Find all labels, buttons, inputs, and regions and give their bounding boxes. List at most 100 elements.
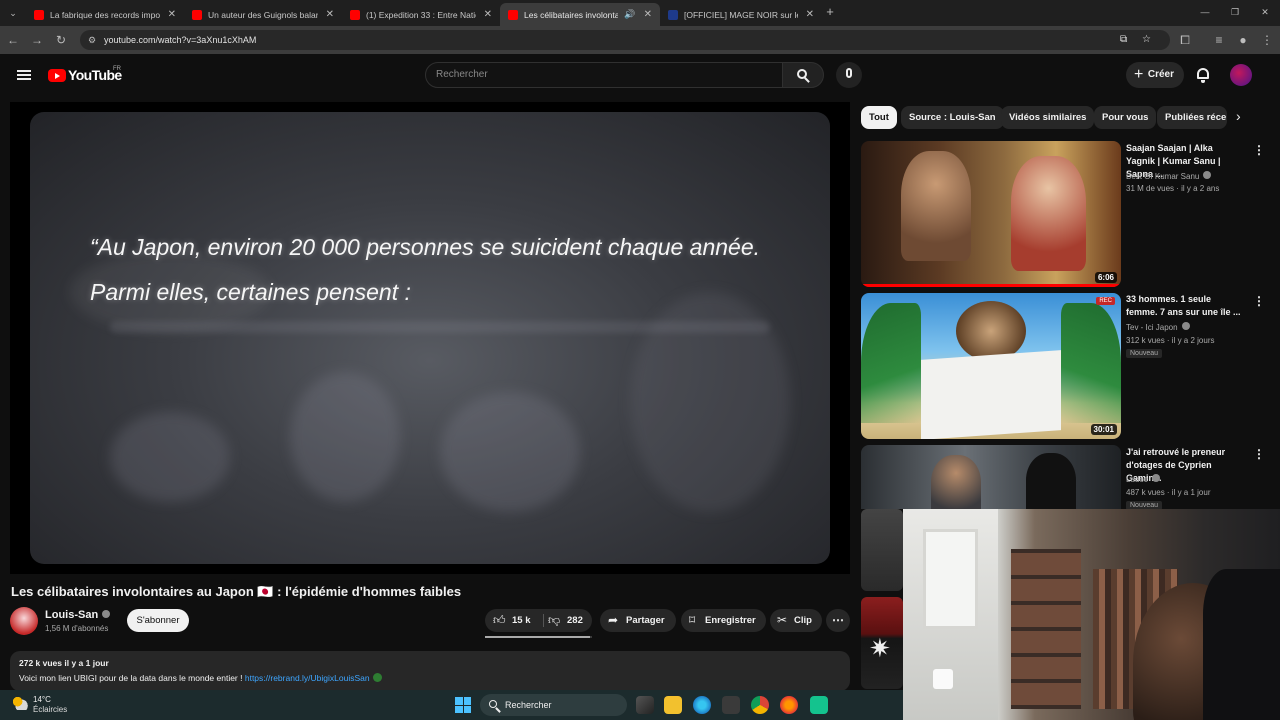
more-options-icon[interactable]: ⋮ <box>1253 143 1265 157</box>
dislike-count[interactable]: 282 <box>567 609 583 632</box>
palm-tree-shape <box>861 303 921 423</box>
chevron-right-icon[interactable]: › <box>1236 108 1241 124</box>
close-tab-icon[interactable]: ✕ <box>168 9 176 20</box>
more-options-icon[interactable]: ⋮ <box>1253 294 1265 308</box>
channel-avatar[interactable] <box>10 607 38 635</box>
thumbnail-figure <box>956 301 1026 361</box>
chip-for-you[interactable]: Pour vous <box>1094 106 1157 129</box>
share-button[interactable]: ➦ Partager <box>600 609 676 632</box>
cast-icon[interactable]: ⧉ <box>1120 30 1127 50</box>
chip-source[interactable]: Source : Louis-San <box>901 106 1004 129</box>
new-tab-icon[interactable]: + <box>821 3 839 21</box>
restore-icon[interactable]: ❐ <box>1226 3 1244 21</box>
reload-icon[interactable]: ↻ <box>52 31 70 49</box>
task-view-icon[interactable] <box>636 696 654 714</box>
close-tab-icon[interactable]: ✕ <box>484 9 492 20</box>
browser-toolbar: ← → ↻ ⚙ youtube.com/watch?v=3aXnu1cXhAM … <box>0 26 1280 54</box>
speaker-icon[interactable]: 🔊 <box>624 9 635 20</box>
video-quote-line: “Au Japon, environ 20 000 personnes se s… <box>90 234 761 260</box>
reading-list-icon[interactable]: ≡ <box>1210 31 1228 49</box>
description-box[interactable]: 272 k vues il y a 1 jour Voici mon lien … <box>10 651 850 691</box>
description-line: Voici mon lien UBIGI pour de la data dan… <box>19 673 245 683</box>
forward-icon[interactable]: → <box>28 31 46 49</box>
notifications-bell-icon[interactable] <box>1195 66 1211 84</box>
minimize-icon[interactable]: — <box>1196 3 1214 21</box>
tab-title: Les célibataires involontair <box>524 9 619 20</box>
firefox-icon[interactable] <box>780 696 798 714</box>
browser-tab[interactable]: Un auteur des Guignols balanc ✕ <box>184 3 342 26</box>
browser-tab-active[interactable]: Les célibataires involontair 🔊 ✕ <box>500 3 660 26</box>
recommendation-thumbnail[interactable] <box>861 509 903 591</box>
shelf-shape <box>1011 549 1081 709</box>
thumbs-down-icon[interactable]: 👎︎ <box>548 609 560 632</box>
description-link[interactable]: https://rebrand.ly/UbigixLouisSan <box>245 673 370 683</box>
voice-search-button[interactable] <box>836 62 862 88</box>
address-bar[interactable]: ⚙ youtube.com/watch?v=3aXnu1cXhAM ⧉ ☆ <box>80 30 1170 50</box>
store-icon[interactable] <box>722 696 740 714</box>
more-actions-icon[interactable]: ⋯ <box>826 609 850 632</box>
recommendation-thumbnail[interactable]: REC 30:01 <box>861 293 1121 439</box>
recommendation-channel-text[interactable]: Best Of Kumar Sanu <box>1126 172 1199 181</box>
browser-tab[interactable]: [OFFICIEL] MAGE NOIR sur le fi ✕ <box>660 3 822 26</box>
youtube-logo-icon[interactable] <box>48 69 66 82</box>
windows-taskbar: 14°C Éclaircies Rechercher <box>0 690 903 720</box>
chip-all[interactable]: Tout <box>861 106 897 129</box>
subscribe-button[interactable]: S'abonner <box>127 609 189 632</box>
weather-icon[interactable] <box>12 696 28 710</box>
clip-button[interactable]: ✂ Clip <box>770 609 822 632</box>
video-player[interactable]: “Au Japon, environ 20 000 personnes se s… <box>10 102 850 574</box>
url-text: youtube.com/watch?v=3aXnu1cXhAM <box>104 35 257 45</box>
recommendation-title[interactable]: 33 hommes. 1 seule femme. 7 ans sur une … <box>1126 293 1244 319</box>
extensions-icon[interactable]: ⧠ <box>1176 31 1194 49</box>
close-tab-icon[interactable]: ✕ <box>644 9 652 20</box>
search-button[interactable] <box>782 62 824 88</box>
channel-name[interactable]: Louis-San <box>45 609 111 621</box>
recommendation-channel-text[interactable]: Ludoc <box>1126 475 1148 484</box>
recommendation-channel-text[interactable]: Tev - Ici Japon <box>1126 323 1178 332</box>
browser-tab[interactable]: La fabrique des records imposs ✕ <box>26 3 184 26</box>
chip-similar[interactable]: Vidéos similaires <box>1001 106 1095 129</box>
close-window-icon[interactable]: ✕ <box>1256 3 1274 21</box>
edge-icon[interactable] <box>693 696 711 714</box>
bookmark-star-icon[interactable]: ☆ <box>1142 30 1151 50</box>
back-icon[interactable]: ← <box>4 31 22 49</box>
thumbnail-figure <box>931 455 981 509</box>
tab-list-icon[interactable]: ⌄ <box>4 4 22 22</box>
search-icon <box>489 700 497 708</box>
close-tab-icon[interactable]: ✕ <box>326 9 334 20</box>
mug-shape <box>933 669 953 689</box>
create-button[interactable]: + Créer <box>1126 62 1184 88</box>
menu-icon[interactable] <box>17 70 31 80</box>
youtube-favicon-icon <box>508 9 518 20</box>
recommendation-thumbnail[interactable]: ✷ <box>861 597 903 689</box>
verified-icon <box>1181 322 1190 330</box>
recommendation-channel: Tev - Ici Japon <box>1126 322 1190 332</box>
rec-badge: REC <box>1096 297 1115 305</box>
search-input[interactable]: Rechercher <box>425 62 783 88</box>
video-scene-shape <box>290 372 400 502</box>
browser-menu-icon[interactable]: ⋮ <box>1258 31 1276 49</box>
site-info-icon[interactable]: ⚙ <box>88 30 96 50</box>
site-favicon-icon <box>668 9 678 20</box>
close-tab-icon[interactable]: ✕ <box>806 9 814 20</box>
save-button[interactable]: ⌑ Enregistrer <box>681 609 766 632</box>
more-options-icon[interactable]: ⋮ <box>1253 447 1265 461</box>
recommendation-channel: Best Of Kumar Sanu <box>1126 171 1212 181</box>
avatar[interactable] <box>1230 64 1252 86</box>
browser-tab[interactable]: (1) Expedition 33 : Entre Nation ✕ <box>342 3 500 26</box>
thumbs-up-icon[interactable]: 👍︎ <box>493 609 506 632</box>
chip-recent[interactable]: Publiées réce <box>1157 106 1227 129</box>
like-count[interactable]: 15 k <box>512 609 531 632</box>
windows-start-icon[interactable] <box>455 697 471 713</box>
recommendation-meta: 31 M de vues · il y a 2 ans <box>1126 184 1220 193</box>
profile-icon[interactable]: ● <box>1234 31 1252 49</box>
file-explorer-icon[interactable] <box>664 696 682 714</box>
divider <box>543 614 544 627</box>
thumbnail-figure <box>1026 453 1076 509</box>
youtube-favicon-icon <box>350 9 360 20</box>
recommendation-thumbnail[interactable] <box>861 445 1121 509</box>
chrome-icon[interactable] <box>751 696 769 714</box>
app-icon[interactable] <box>810 696 828 714</box>
taskbar-search[interactable]: Rechercher <box>480 694 627 716</box>
recommendation-thumbnail[interactable]: 6:06 <box>861 141 1121 287</box>
